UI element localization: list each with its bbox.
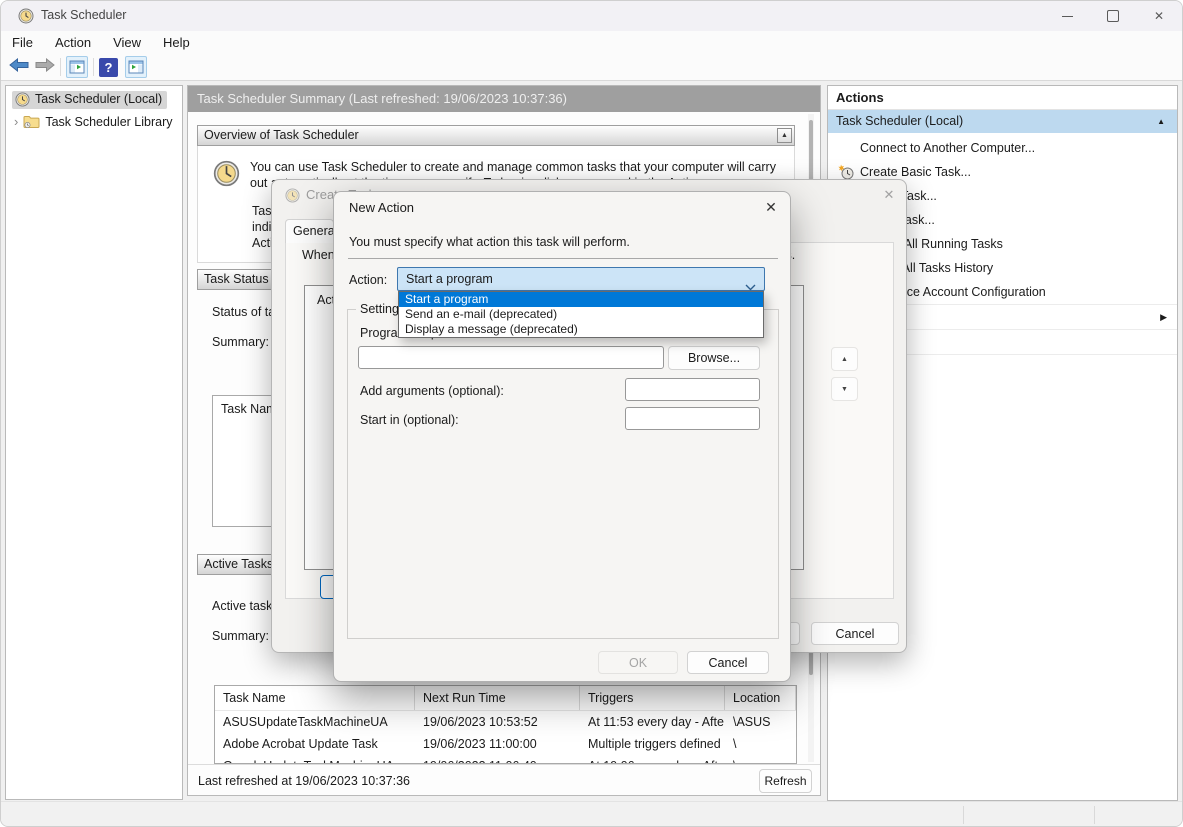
action-combobox-value: Start a program [406,272,493,286]
message-divider [348,258,778,259]
move-action-down-button[interactable]: ▼ [831,377,858,401]
submenu-arrow-icon: ▶ [1160,305,1167,329]
overview-text-line1: You can use Task Scheduler to create and… [250,159,776,175]
maximize-button[interactable] [1090,1,1136,31]
minimize-button[interactable] [1044,1,1090,31]
dropdown-option-display-message[interactable]: Display a message (deprecated) [399,322,763,337]
actions-group-task-scheduler-local[interactable]: Task Scheduler (Local) ▲ [828,110,1177,133]
program-script-input[interactable] [358,346,664,369]
action-dropdown-list: Start a program Send an e-mail (deprecat… [398,291,764,338]
add-arguments-label: Add arguments (optional): [360,384,504,398]
tab-general[interactable]: General [285,219,334,243]
task-status-title: Task Status [204,272,269,286]
new-action-message: You must specify what action this task w… [349,235,630,249]
back-button[interactable] [9,58,29,77]
help-button[interactable]: ? [99,58,118,77]
menu-help[interactable]: Help [163,35,190,50]
clock-icon [15,92,30,107]
tree-item-task-scheduler-library[interactable]: › Task Scheduler Library [14,112,182,131]
overview-clock-icon [213,160,240,192]
new-action-cancel-button[interactable]: Cancel [687,651,769,674]
console-tree-panel: Task Scheduler (Local) › Task Scheduler … [5,85,183,800]
toolbar-separator [93,58,94,76]
window-bottom-strip [1,801,1182,827]
active-tasks-summary: Summary: 1 [212,629,279,643]
move-action-up-button[interactable]: ▲ [831,347,858,371]
browse-button[interactable]: Browse... [668,346,760,370]
close-icon[interactable]: ✕ [762,199,780,216]
actions-group-label: Task Scheduler (Local) [836,114,963,128]
console-tree-icon [69,59,85,75]
new-action-dialog: New Action ✕ You must specify what actio… [333,191,791,682]
minimize-icon [1062,16,1073,17]
last-refreshed-text: Last refreshed at 19/06/2023 10:37:36 [198,774,410,788]
col-triggers[interactable]: Triggers [580,686,725,710]
active-tasks-table[interactable]: Task Name Next Run Time Triggers Locatio… [214,685,797,764]
collapse-up-icon[interactable]: ▲ [1157,110,1165,133]
overview-title: Overview of Task Scheduler [204,128,359,142]
dropdown-option-start-program[interactable]: Start a program [399,292,763,307]
col-location[interactable]: Location [725,686,796,710]
forward-button[interactable] [35,58,55,77]
start-in-label: Start in (optional): [360,413,459,427]
add-arguments-input[interactable] [625,378,760,401]
library-folder-icon [23,114,40,129]
table-row[interactable]: GoogleUpdateTaskMachineUA 19/06/2023 11:… [215,755,796,764]
table-row[interactable]: ASUSUpdateTaskMachineUA 19/06/2023 10:53… [215,711,796,733]
toolbar: ? [1,54,1182,81]
dialog-clock-icon [285,188,300,208]
table-row[interactable]: Adobe Acrobat Update Task 19/06/2023 11:… [215,733,796,755]
close-icon[interactable]: ✕ [880,187,898,203]
show-console-tree-button[interactable] [66,56,88,78]
help-icon: ? [105,60,113,75]
collapse-overview-button[interactable]: ▲ [777,128,792,143]
maximize-icon [1107,10,1119,22]
table-header-row: Task Name Next Run Time Triggers Locatio… [215,686,796,711]
summary-header: Task Scheduler Summary (Last refreshed: … [188,86,820,112]
app-clock-icon [18,8,34,24]
strip-divider [1094,806,1095,824]
task-scheduler-window: Task Scheduler ✕ File Action View Help ? [0,0,1183,827]
action-item-connect[interactable]: Connect to Another Computer... [828,136,1177,160]
window-title: Task Scheduler [41,8,126,22]
tree-item-label: Task Scheduler (Local) [35,92,162,106]
action-combobox[interactable]: Start a program [397,267,765,291]
overview-section-bar[interactable]: Overview of Task Scheduler ▲ [197,125,795,146]
strip-divider [963,806,964,824]
menu-bar: File Action View Help [1,31,1182,54]
arrow-down-icon: ▼ [841,386,848,393]
actions-panel-title: Actions [828,86,1177,110]
tree-item-label: Task Scheduler Library [45,115,172,129]
show-action-pane-button[interactable] [125,56,147,78]
tree-item-task-scheduler-local[interactable]: Task Scheduler (Local) [12,90,182,109]
action-pane-icon [128,59,144,75]
menu-action[interactable]: Action [55,35,91,50]
col-task-name[interactable]: Task Name [215,686,415,710]
menu-view[interactable]: View [113,35,141,50]
action-label: Action: [349,273,387,287]
toolbar-separator [60,58,61,76]
refresh-button[interactable]: Refresh [759,769,812,793]
dropdown-option-send-email[interactable]: Send an e-mail (deprecated) [399,307,763,322]
chevron-right-icon[interactable]: › [14,114,18,129]
close-icon: ✕ [1154,9,1164,23]
start-in-input[interactable] [625,407,760,430]
new-action-title: New Action [349,200,414,215]
col-next-run-time[interactable]: Next Run Time [415,686,580,710]
collapse-up-icon: ▲ [781,132,788,139]
arrow-up-icon: ▲ [841,356,848,363]
close-button[interactable]: ✕ [1136,1,1182,31]
menu-file[interactable]: File [12,35,33,50]
new-action-ok-button[interactable]: OK [598,651,678,674]
active-tasks-title: Active Tasks [204,557,273,571]
create-task-cancel-button[interactable]: Cancel [811,622,899,645]
title-bar: Task Scheduler ✕ [1,1,1182,31]
statusbar-divider [188,764,820,765]
